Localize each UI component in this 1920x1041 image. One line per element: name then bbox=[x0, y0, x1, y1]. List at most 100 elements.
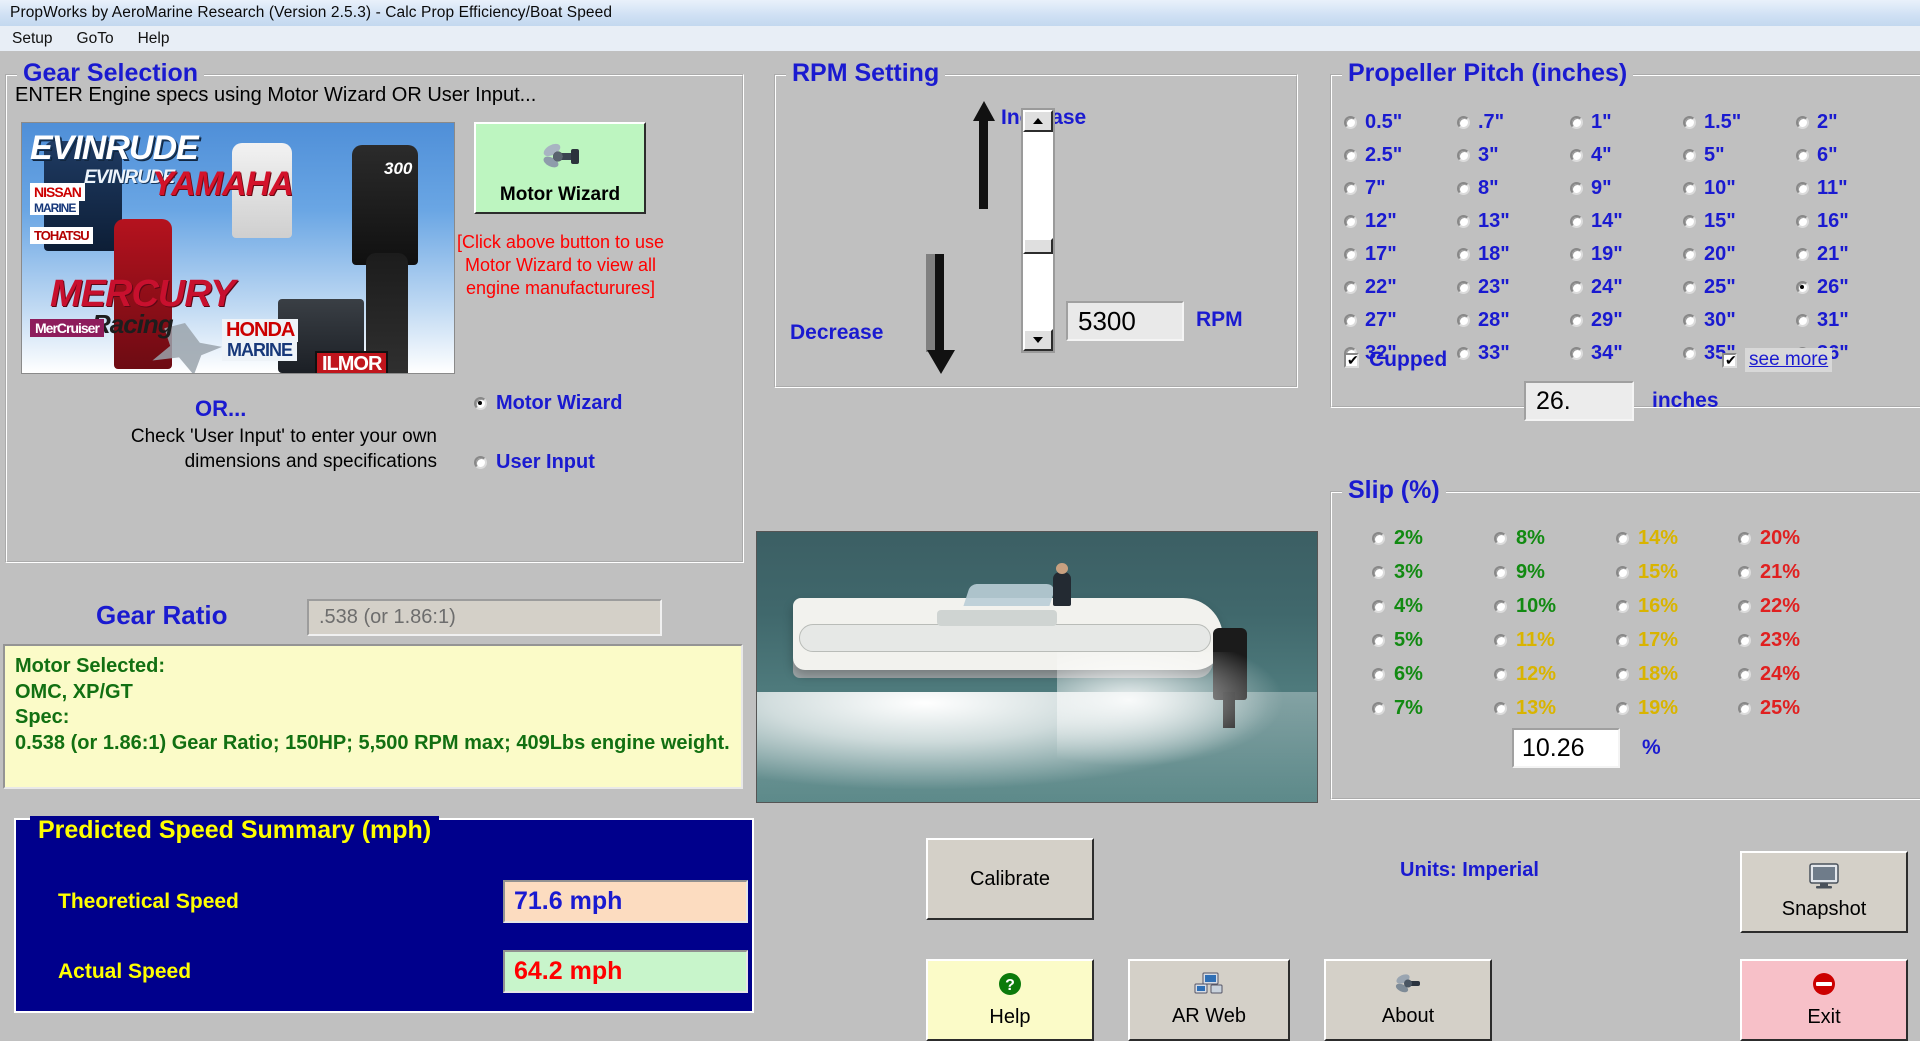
pitch-option-19in[interactable]: 19" bbox=[1570, 238, 1683, 271]
rpm-scroll-thumb[interactable] bbox=[1023, 238, 1053, 254]
menu-setup[interactable]: Setup bbox=[0, 28, 65, 50]
about-button[interactable]: About bbox=[1324, 959, 1492, 1041]
slip-radio-indicator[interactable] bbox=[1738, 565, 1751, 579]
see-more-checkbox[interactable] bbox=[1722, 351, 1737, 369]
pitch-option-1in[interactable]: 1" bbox=[1570, 106, 1683, 139]
slip-option-10pct[interactable]: 10% bbox=[1494, 595, 1616, 618]
pitch-option-14in[interactable]: 14" bbox=[1570, 205, 1683, 238]
pitch-radio-indicator[interactable] bbox=[1683, 182, 1696, 195]
pitch-option-1-5in[interactable]: 1.5" bbox=[1683, 106, 1796, 139]
slip-option-4pct[interactable]: 4% bbox=[1372, 595, 1494, 618]
radio-motor-wizard[interactable]: Motor Wizard bbox=[474, 392, 622, 415]
slip-option-6pct[interactable]: 6% bbox=[1372, 663, 1494, 686]
slip-option-2pct[interactable]: 2% bbox=[1372, 527, 1494, 550]
slip-radio-indicator[interactable] bbox=[1372, 667, 1385, 681]
slip-option-19pct[interactable]: 19% bbox=[1616, 697, 1738, 720]
slip-radio-indicator[interactable] bbox=[1616, 701, 1629, 715]
pitch-option-10in[interactable]: 10" bbox=[1683, 172, 1796, 205]
pitch-radio-indicator[interactable] bbox=[1683, 314, 1696, 327]
ar-web-button[interactable]: AR Web bbox=[1128, 959, 1290, 1041]
slip-option-22pct[interactable]: 22% bbox=[1738, 595, 1860, 618]
pitch-radio-indicator[interactable] bbox=[1796, 248, 1809, 261]
pitch-option-21in[interactable]: 21" bbox=[1796, 238, 1909, 271]
slip-option-12pct[interactable]: 12% bbox=[1494, 663, 1616, 686]
slip-radio-indicator[interactable] bbox=[1372, 531, 1385, 545]
help-button[interactable]: ? Help bbox=[926, 959, 1094, 1041]
pitch-option-22in[interactable]: 22" bbox=[1344, 271, 1457, 304]
pitch-radio-indicator[interactable] bbox=[1570, 347, 1583, 360]
pitch-option-30in[interactable]: 30" bbox=[1683, 304, 1796, 337]
pitch-option-28in[interactable]: 28" bbox=[1457, 304, 1570, 337]
pitch-option-13in[interactable]: 13" bbox=[1457, 205, 1570, 238]
slip-radio-indicator[interactable] bbox=[1372, 565, 1385, 579]
motor-wizard-button[interactable]: Motor Wizard bbox=[474, 122, 646, 214]
pitch-radio-indicator[interactable] bbox=[1344, 149, 1357, 162]
pitch-option-5in[interactable]: 5" bbox=[1683, 139, 1796, 172]
pitch-option-4in[interactable]: 4" bbox=[1570, 139, 1683, 172]
slip-radio-indicator[interactable] bbox=[1616, 599, 1629, 613]
slip-option-9pct[interactable]: 9% bbox=[1494, 561, 1616, 584]
pitch-option-3in[interactable]: 3" bbox=[1457, 139, 1570, 172]
pitch-radio-indicator[interactable] bbox=[1683, 116, 1696, 129]
pitch-radio-indicator[interactable] bbox=[1570, 281, 1583, 294]
cupped-checkbox[interactable] bbox=[1344, 351, 1359, 369]
pitch-option-12in[interactable]: 12" bbox=[1344, 205, 1457, 238]
cupped-checkbox-row[interactable]: Cupped bbox=[1344, 348, 1447, 372]
pitch-option-31in[interactable]: 31" bbox=[1796, 304, 1909, 337]
pitch-radio-indicator[interactable] bbox=[1457, 182, 1470, 195]
pitch-radio-indicator[interactable] bbox=[1344, 314, 1357, 327]
pitch-radio-indicator[interactable] bbox=[1457, 149, 1470, 162]
pitch-radio-indicator[interactable] bbox=[1796, 182, 1809, 195]
pitch-radio-indicator[interactable] bbox=[1457, 248, 1470, 261]
slip-radio-indicator[interactable] bbox=[1738, 701, 1751, 715]
slip-option-20pct[interactable]: 20% bbox=[1738, 527, 1860, 550]
pitch-radio-indicator[interactable] bbox=[1457, 314, 1470, 327]
slip-radio-indicator[interactable] bbox=[1372, 701, 1385, 715]
slip-radio-indicator[interactable] bbox=[1738, 667, 1751, 681]
slip-radio-indicator[interactable] bbox=[1494, 531, 1507, 545]
rpm-scroll-down-button[interactable] bbox=[1023, 329, 1053, 351]
menu-help[interactable]: Help bbox=[126, 28, 182, 50]
pitch-radio-indicator[interactable] bbox=[1683, 347, 1696, 360]
pitch-radio-indicator[interactable] bbox=[1457, 215, 1470, 228]
slip-option-17pct[interactable]: 17% bbox=[1616, 629, 1738, 652]
pitch-radio-indicator[interactable] bbox=[1796, 149, 1809, 162]
slip-radio-indicator[interactable] bbox=[1616, 531, 1629, 545]
pitch-radio-indicator[interactable] bbox=[1683, 281, 1696, 294]
pitch-radio-indicator[interactable] bbox=[1570, 215, 1583, 228]
slip-option-8pct[interactable]: 8% bbox=[1494, 527, 1616, 550]
slip-radio-indicator[interactable] bbox=[1494, 599, 1507, 613]
slip-radio-indicator[interactable] bbox=[1616, 633, 1629, 647]
slip-radio-indicator[interactable] bbox=[1372, 599, 1385, 613]
pitch-option-20in[interactable]: 20" bbox=[1683, 238, 1796, 271]
pitch-option-11in[interactable]: 11" bbox=[1796, 172, 1909, 205]
pitch-radio-indicator[interactable] bbox=[1570, 149, 1583, 162]
pitch-option-0-5in[interactable]: 0.5" bbox=[1344, 106, 1457, 139]
radio-user-input[interactable]: User Input bbox=[474, 451, 595, 474]
exit-button[interactable]: Exit bbox=[1740, 959, 1908, 1041]
calibrate-button[interactable]: Calibrate bbox=[926, 838, 1094, 920]
pitch-option-17in[interactable]: 17" bbox=[1344, 238, 1457, 271]
pitch-radio-indicator[interactable] bbox=[1344, 182, 1357, 195]
slip-radio-indicator[interactable] bbox=[1616, 565, 1629, 579]
slip-radio-indicator[interactable] bbox=[1616, 667, 1629, 681]
pitch-option-15in[interactable]: 15" bbox=[1683, 205, 1796, 238]
slip-option-5pct[interactable]: 5% bbox=[1372, 629, 1494, 652]
decrease-arrow-icon[interactable] bbox=[924, 254, 958, 374]
radio-user-input-indicator[interactable] bbox=[474, 456, 487, 469]
see-more-link[interactable]: see more bbox=[1745, 348, 1833, 372]
rpm-scrollbar[interactable] bbox=[1021, 108, 1055, 353]
pitch-radio-indicator[interactable] bbox=[1796, 116, 1809, 129]
pitch-option-25in[interactable]: 25" bbox=[1683, 271, 1796, 304]
pitch-option-7in[interactable]: 7" bbox=[1344, 172, 1457, 205]
pitch-option-2-5in[interactable]: 2.5" bbox=[1344, 139, 1457, 172]
pitch-radio-indicator[interactable] bbox=[1796, 215, 1809, 228]
pitch-option-16in[interactable]: 16" bbox=[1796, 205, 1909, 238]
slip-option-11pct[interactable]: 11% bbox=[1494, 629, 1616, 652]
slip-radio-indicator[interactable] bbox=[1738, 599, 1751, 613]
slip-option-13pct[interactable]: 13% bbox=[1494, 697, 1616, 720]
menu-goto[interactable]: GoTo bbox=[65, 28, 126, 50]
pitch-radio-indicator[interactable] bbox=[1457, 347, 1470, 360]
pitch-radio-indicator[interactable] bbox=[1570, 116, 1583, 129]
slip-option-18pct[interactable]: 18% bbox=[1616, 663, 1738, 686]
